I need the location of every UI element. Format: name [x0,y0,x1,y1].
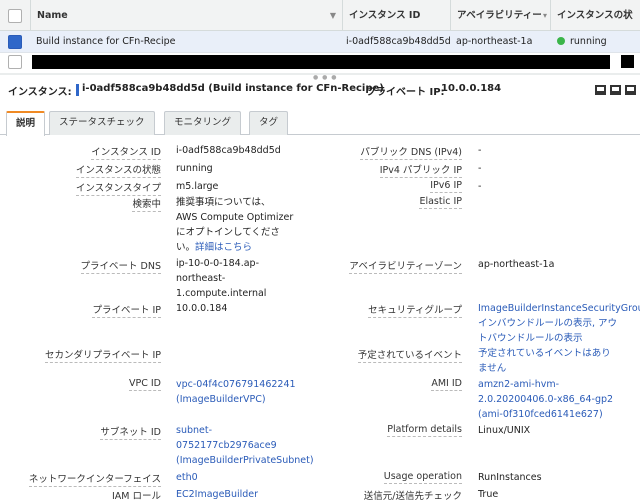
value-instance-type: m5.large [176,181,219,192]
view-split-icon[interactable] [595,85,606,95]
column-availability-zone[interactable]: アベイラビリティー ▾ [450,0,550,31]
label-security-group: セキュリティグループ [368,302,462,318]
column-state-label: インスタンスの状 [557,10,633,21]
label-network-interface: ネットワークインターフェイス [28,471,161,487]
label-secondary-private-ip: セカンダリプライベート IP [44,347,161,363]
instance-state-text: running [570,36,607,47]
select-all-column [0,0,30,31]
table-row-redacted[interactable] [0,53,640,71]
label-elastic-ip: Elastic IP [419,196,462,209]
detail-header: インスタンス: i-0adf588ca9b48dd5d (Build insta… [0,80,640,100]
label-instance-id: インスタンス ID [91,144,161,160]
value-usage-operation: RunInstances [478,472,542,483]
label-subnet-id: サブネット ID [100,424,161,440]
instance-state: running [557,31,607,53]
value-private-dns-line-3: 1.compute.internal [176,288,267,299]
redacted-square [621,55,634,68]
label-availability-zone: アベイラビリティーゾーン [349,258,462,274]
instance-id: i-0adf588ca9b48dd5d [346,36,451,47]
instance-marker [76,84,79,96]
tab-description[interactable]: 説明 [6,111,46,136]
value-private-ip: 10.0.0.184 [176,303,228,314]
tab-tags[interactable]: タグ [249,111,289,135]
value-private-dns-line-2: northeast- [176,273,226,284]
label-source-dest-check: 送信元/送信先チェック [364,488,462,502]
value-finding-line-1: 推奨事項については、 [176,197,271,208]
ami-id-link-3[interactable]: (ami-0f310fced6141e627) [478,407,603,422]
label-public-ip: IPv4 パブリック IP [379,162,462,178]
label-private-dns: プライベート DNS [80,258,161,274]
value-source-dest-check: True [478,489,499,500]
value-ipv6: - [478,181,482,192]
redacted-bar [32,55,610,69]
instance-label: インスタンス: [8,87,72,98]
value-instance-state: running [176,163,213,174]
label-ami-id: AMI ID [431,378,462,391]
label-instance-type: インスタンスタイプ [75,180,161,196]
ami-id-link-2[interactable]: 2.0.20200406.0-x86_64-gp2 [478,392,613,407]
label-usage-operation: Usage operation [383,471,462,484]
value-finding-line-4: い。詳細はこちら [176,240,252,255]
value-finding-line-4-text: い。 [176,242,196,253]
vpc-id-link[interactable]: vpc-04f4c076791462241 [176,377,296,392]
column-instance-id-label: インスタンス ID [349,10,421,21]
column-instance-state[interactable]: インスタンスの状 [550,0,640,31]
subnet-name-link[interactable]: (ImageBuilderPrivateSubnet) [176,453,314,468]
label-finding: 検索中 [132,196,161,212]
label-private-ip: プライベート IP [92,302,161,318]
vpc-name-link[interactable]: (ImageBuilderVPC) [176,392,266,407]
detail-tabs: 説明 ステータスチェック モニタリング タグ [0,111,640,136]
view-bottom-icon[interactable] [610,85,621,95]
value-instance-id: i-0adf588ca9b48dd5d [176,145,281,156]
column-name-label: Name [37,10,68,21]
subnet-id-link-2[interactable]: 0752177cb2976ace9 [176,438,277,453]
view-toggle-group [591,85,636,98]
view-rules-link-1[interactable]: インバウンドルールの表示, アウ [478,316,617,331]
sort-icon[interactable]: ▾ [543,0,547,31]
label-platform-details: Platform details [387,424,462,437]
select-all-checkbox[interactable] [8,9,22,23]
view-rules-link-2[interactable]: トバウンドルールの表示 [478,331,583,346]
value-finding-line-3: にオプトインしてくださ [176,227,280,238]
value-public-dns: - [478,145,482,156]
instances-table-header: Name ▼ インスタンス ID アベイラビリティー ▾ インスタンスの状 [0,0,640,31]
network-interface-link[interactable]: eth0 [176,470,198,485]
column-name[interactable]: Name ▼ [30,0,342,31]
private-ip-value: 10.0.0.184 [441,83,502,94]
instance-summary: i-0adf588ca9b48dd5d (Build instance for … [82,83,384,94]
row-checkbox[interactable] [8,35,22,49]
ami-id-link-1[interactable]: amzn2-ami-hvm- [478,377,559,392]
label-vpc-id: VPC ID [129,378,161,391]
instance-name: Build instance for CFn-Recipe [36,36,176,47]
learn-more-link[interactable]: 詳細はこちら [195,242,252,253]
value-private-dns-line-1: ip-10-0-0-184.ap- [176,258,259,269]
private-ip-label: プライベート IP: [366,87,445,98]
availability-zone: ap-northeast-1a [456,36,533,47]
table-row[interactable]: Build instance for CFn-Recipe i-0adf588c… [0,31,640,53]
security-group-link[interactable]: ImageBuilderInstanceSecurityGroup. [478,301,640,316]
label-instance-state: インスタンスの状態 [75,162,161,178]
iam-role-link[interactable]: EC2ImageBuilder [176,487,258,502]
scheduled-events-link-2[interactable]: ません [478,361,506,376]
value-finding-line-2: AWS Compute Optimizer [176,212,294,223]
sort-down-icon[interactable]: ▼ [330,0,336,31]
running-status-icon [557,37,565,45]
value-platform-details: Linux/UNIX [478,425,531,436]
label-ipv6: IPv6 IP [430,180,462,193]
row-checkbox[interactable] [8,55,22,69]
label-scheduled-events: 予定されているイベント [357,347,462,363]
tab-status-checks[interactable]: ステータスチェック [49,111,155,135]
tab-monitoring[interactable]: モニタリング [164,111,242,135]
label-iam-role: IAM ロール [112,488,161,502]
label-public-dns: パブリック DNS (IPv4) [360,144,462,160]
subnet-id-link-1[interactable]: subnet- [176,423,212,438]
view-full-icon[interactable] [625,85,636,95]
scheduled-events-link-1[interactable]: 予定されているイベントはあり [478,346,611,361]
column-az-label: アベイラビリティー [457,10,542,21]
value-availability-zone: ap-northeast-1a [478,259,555,270]
value-public-ip: - [478,163,482,174]
column-instance-id[interactable]: インスタンス ID [342,0,450,31]
